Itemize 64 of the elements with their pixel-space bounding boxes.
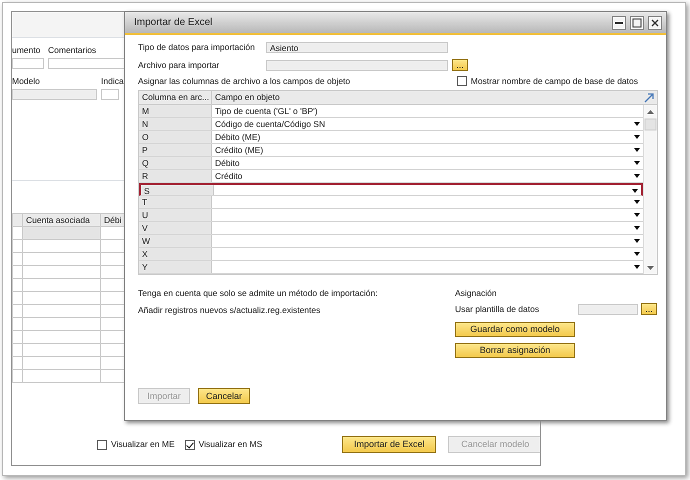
import-method-text: Añadir registros nuevos s/actualiz.reg.existentes: [138, 304, 322, 317]
column-header: Cuenta asociada: [22, 213, 100, 227]
checkbox-option[interactable]: Mostrar nombre de campo de base de datos: [456, 74, 638, 88]
table-cell: [12, 240, 22, 253]
window-title: Importar de Excel: [134, 16, 212, 30]
browse-button[interactable]: ...: [452, 59, 468, 72]
field-label: Usar plantilla de datos: [455, 303, 540, 316]
table-cell: [12, 370, 22, 383]
field-label: Archivo para importar: [138, 58, 220, 72]
table-cell: S: [141, 185, 214, 196]
table-cell: [12, 318, 22, 331]
action-button[interactable]: Importar de Excel: [342, 436, 436, 453]
section-label: Asignación: [455, 287, 498, 300]
dropdown-arrow-icon[interactable]: [632, 189, 638, 194]
table-cell: [12, 292, 22, 305]
field-label: Tipo de datos para importación: [138, 41, 256, 54]
checkbox-option[interactable]: Visualizar en ME: [97, 438, 175, 451]
column-header: Campo en objeto: [214, 91, 281, 104]
template-field[interactable]: [578, 304, 638, 315]
table-cell: [12, 304, 22, 318]
table-cell: [12, 330, 22, 344]
text-field[interactable]: [101, 88, 119, 100]
action-button[interactable]: Cancelar: [198, 388, 250, 404]
maximize-icon: [632, 18, 642, 28]
text-field[interactable]: [12, 88, 97, 100]
table-cell: O: [139, 131, 212, 144]
browse-button[interactable]: ...: [641, 303, 657, 316]
table-cell: [12, 278, 22, 292]
table-cell: V: [139, 222, 212, 234]
table-cell: N: [139, 118, 212, 130]
field-label: Indica: [101, 74, 124, 88]
field-label: Modelo: [12, 74, 41, 88]
data-type-field[interactable]: Asiento: [266, 42, 448, 53]
table-cell: [12, 252, 22, 266]
table-cell: R: [139, 170, 212, 182]
close-icon: [650, 18, 660, 28]
close-button[interactable]: [648, 16, 662, 30]
action-button[interactable]: Guardar como modelo: [455, 322, 575, 337]
table-cell: W: [139, 235, 212, 248]
table-cell: M: [139, 105, 212, 118]
text-field[interactable]: [12, 58, 44, 69]
minimize-icon: [615, 22, 623, 24]
minimize-button[interactable]: [612, 16, 626, 30]
field-label: umento: [12, 44, 42, 57]
checkbox-option[interactable]: Visualizar en MS: [184, 438, 262, 451]
column-header: Columna en arc...: [139, 91, 212, 104]
table-cell: [12, 356, 22, 370]
file-field[interactable]: [266, 60, 448, 71]
table-cell: Q: [139, 157, 212, 170]
table-cell: P: [139, 144, 212, 156]
table-cell: Y: [139, 261, 212, 274]
field-label: Comentarios: [48, 44, 96, 57]
table-header-cell: [12, 213, 22, 227]
note-text: Tenga en cuenta que solo se admite un método de importación:: [138, 287, 379, 300]
table-cell[interactable]: Tipo de cuenta ('GL' o 'BP'): [212, 105, 643, 118]
table-cell: U: [139, 209, 212, 222]
scrollbar[interactable]: [643, 105, 657, 274]
table-cell: [12, 344, 22, 357]
table-cell: [12, 266, 22, 279]
maximize-button[interactable]: [630, 16, 644, 30]
action-button[interactable]: Borrar asignación: [455, 342, 575, 358]
table-cell: T: [139, 196, 212, 208]
table-cell: X: [139, 248, 212, 260]
section-label: Asignar las columnas de archivo a los campos de objeto: [138, 74, 350, 88]
